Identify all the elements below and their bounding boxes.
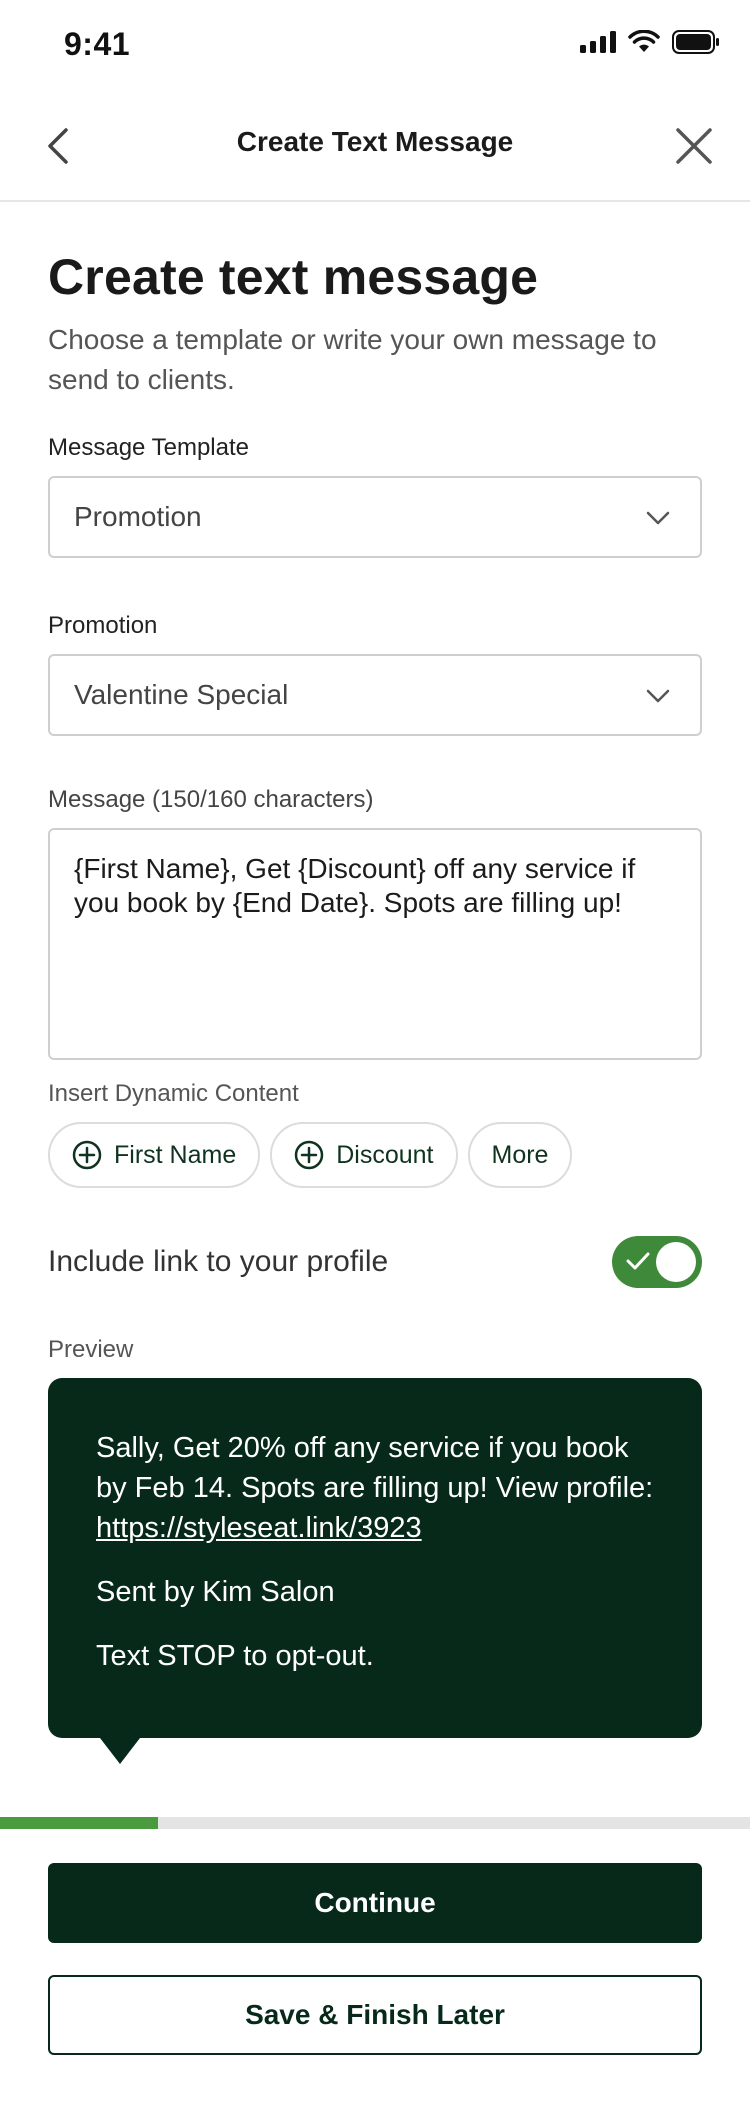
- close-button[interactable]: [672, 124, 716, 168]
- chip-discount[interactable]: Discount: [270, 1122, 458, 1188]
- dynamic-content-label: Insert Dynamic Content: [48, 1080, 299, 1107]
- plus-circle-icon: [294, 1140, 324, 1170]
- preview-profile-link[interactable]: https://styleseat.link/3923: [96, 1512, 422, 1544]
- wifi-icon: [628, 30, 660, 52]
- nav-title: Create Text Message: [236, 126, 514, 157]
- close-icon: [676, 128, 712, 164]
- chip-more[interactable]: More: [467, 1122, 573, 1188]
- nav-bar: Create Text Message: [0, 90, 750, 202]
- chip-first-name[interactable]: First Name: [48, 1122, 261, 1188]
- message-textarea[interactable]: {First Name}, Get {Discount} off any ser…: [48, 828, 702, 1060]
- template-label: Message Template: [48, 434, 249, 461]
- preview-body-text: Sally, Get 20% off any service if you bo…: [96, 1432, 654, 1504]
- promotion-label: Promotion: [48, 612, 158, 639]
- plus-circle-icon: [72, 1140, 102, 1170]
- cellular-signal-icon: [580, 31, 616, 53]
- chip-label: More: [491, 1140, 549, 1169]
- status-icons: [580, 30, 720, 54]
- preview-opt-out: Text STOP to opt-out.: [96, 1640, 374, 1672]
- battery-icon: [672, 30, 719, 54]
- toggle-knob: [656, 1242, 696, 1282]
- progress-fill: [0, 1817, 158, 1829]
- checkmark-icon: [626, 1252, 650, 1270]
- chip-label: First Name: [114, 1140, 237, 1169]
- profile-link-label: Include link to your profile: [48, 1245, 389, 1278]
- preview-body: Sally, Get 20% off any service if you bo…: [96, 1428, 654, 1548]
- chevron-down-icon: [646, 511, 670, 525]
- promotion-value: Valentine Special: [74, 679, 289, 710]
- dynamic-content-chips: First Name Discount More: [48, 1122, 702, 1188]
- chevron-down-icon: [646, 689, 670, 703]
- promotion-select[interactable]: Valentine Special: [48, 654, 702, 736]
- status-bar: 9:41: [0, 0, 750, 90]
- status-time: 9:41: [64, 26, 131, 62]
- template-select[interactable]: Promotion: [48, 476, 702, 558]
- dynamic-content-section: Insert Dynamic Content First Name Discou…: [48, 1080, 702, 1188]
- template-field: Message Template Promotion: [48, 434, 702, 558]
- template-value: Promotion: [74, 501, 202, 532]
- message-field: Message (150/160 characters) {First Name…: [48, 786, 702, 1060]
- preview-label: Preview: [48, 1336, 134, 1363]
- message-label: Message (150/160 characters): [48, 786, 374, 813]
- profile-link-toggle[interactable]: [612, 1236, 702, 1288]
- continue-button[interactable]: Continue: [48, 1863, 702, 1943]
- main-content: Create text message Choose a template or…: [48, 202, 702, 1764]
- preview-bubble-tail: [100, 1738, 140, 1764]
- profile-link-row: Include link to your profile: [48, 1236, 702, 1288]
- progress-bar: [0, 1817, 750, 1829]
- chip-label: Discount: [336, 1140, 434, 1169]
- preview-signature: Sent by Kim Salon: [96, 1576, 335, 1608]
- preview-bubble: Sally, Get 20% off any service if you bo…: [48, 1378, 702, 1764]
- promotion-field: Promotion Valentine Special: [48, 612, 702, 736]
- page-title: Create text message: [48, 249, 539, 305]
- page-subtitle: Choose a template or write your own mess…: [48, 324, 657, 395]
- save-finish-later-button[interactable]: Save & Finish Later: [48, 1975, 702, 2055]
